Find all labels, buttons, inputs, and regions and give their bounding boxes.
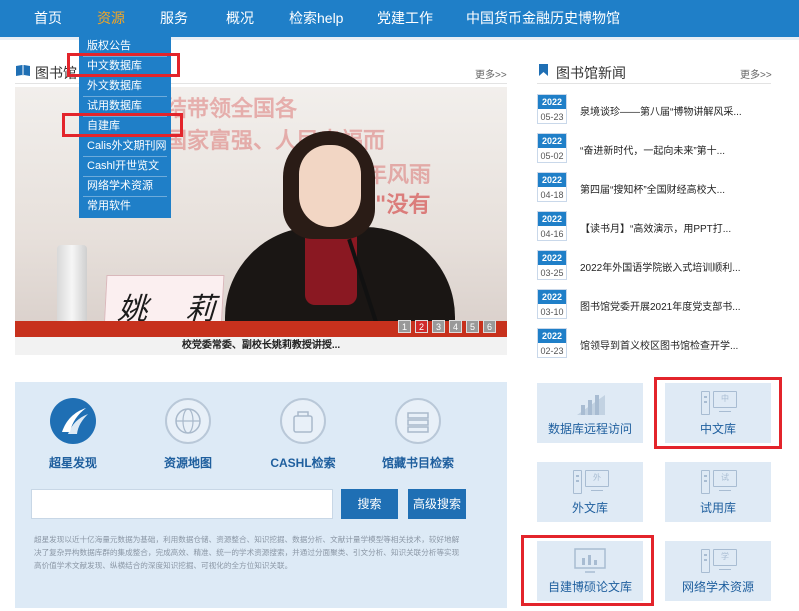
tool-cashl-search[interactable]: CASHL检索 (258, 398, 348, 474)
nav-party-work[interactable]: 党建工作 (377, 0, 433, 37)
slide-backdrop-text: 结带领全国各 (165, 96, 298, 122)
search-description: 超星发现以近十亿海量元数据为基础，利用数据仓储、资源整合、知识挖掘、数据分析、文… (34, 535, 460, 570)
news-item-title[interactable]: “奋进新时代，一起向未来”第十... (580, 142, 725, 157)
news-item-title[interactable]: 2022年外国语学院嵌入式培训顺利... (580, 259, 741, 274)
dropdown-item-chinese-db[interactable]: 中文数据库 (87, 56, 142, 76)
top-nav: 首页 资源 服务 概况 检索help 党建工作 中国货币金融历史博物馆 (0, 0, 799, 37)
slide-backdrop-text: "没有 (375, 192, 431, 218)
nav-search-help[interactable]: 检索help (289, 0, 343, 37)
tile-chinese-db[interactable]: 中 中文库 (665, 383, 771, 443)
tile-web-academic[interactable]: 学 网络学术资源 (665, 541, 771, 601)
news-section-divider (537, 83, 771, 84)
nav-home[interactable]: 首页 (34, 0, 62, 37)
slide-caption-bar: 校党委常委、副校长姚莉教授讲授... (15, 337, 507, 355)
computer-icon: 外 (573, 468, 609, 496)
bag-icon (280, 398, 326, 444)
monitor-chart-icon (574, 548, 606, 573)
books-stack-icon (407, 412, 429, 433)
news-item-title[interactable]: 【读书月】“高效演示，用PPT打... (580, 220, 731, 235)
slide-page-5[interactable]: 5 (466, 320, 479, 333)
tile-trial-db[interactable]: 试 试用库 (665, 462, 771, 522)
dropdown-item-foreign-db[interactable]: 外文数据库 (87, 76, 142, 96)
news-date-badge: 2022 05-02 (537, 133, 567, 163)
tile-foreign-db[interactable]: 外 外文库 (537, 462, 643, 522)
nav-resources[interactable]: 资源 (97, 0, 125, 37)
dropdown-item-cashl[interactable]: Cashl开世览文 (87, 156, 159, 176)
slide-page-3[interactable]: 3 (432, 320, 445, 333)
search-button[interactable]: 搜索 (341, 489, 398, 519)
news-item-title[interactable]: 第四届“搜知杯”全国财经高校大... (580, 181, 725, 196)
news-item-title[interactable]: 泉境谈珍——第八届“博物讲解风采... (580, 103, 742, 118)
dropdown-item-trial-db[interactable]: 试用数据库 (87, 96, 142, 116)
news-date-badge: 2022 04-16 (537, 211, 567, 241)
news-date-badge: 2022 03-25 (537, 250, 567, 280)
tool-chaoxing[interactable]: 超星发现 (28, 398, 118, 474)
slide-page-6[interactable]: 6 (483, 320, 496, 333)
slide-page-4[interactable]: 4 (449, 320, 462, 333)
search-input[interactable] (31, 489, 333, 519)
slide-page-1[interactable]: 1 (398, 320, 411, 333)
tile-thesis-db[interactable]: 自建博硕论文库 (537, 541, 643, 601)
globe-icon (165, 398, 211, 444)
library-more-link[interactable]: 更多>> (475, 66, 507, 81)
news-date-badge: 2022 04-18 (537, 172, 567, 202)
globe-lines-icon (175, 408, 201, 434)
dropdown-item-calis[interactable]: Calis外文期刊网 (87, 136, 166, 156)
computer-icon: 中 (701, 389, 737, 417)
computer-icon: 试 (701, 468, 737, 496)
book-icon (16, 65, 30, 76)
remote-chart-icon (577, 395, 605, 415)
nav-overview[interactable]: 概况 (226, 0, 254, 37)
slide-page-2[interactable]: 2 (415, 320, 428, 333)
dropdown-item-software[interactable]: 常用软件 (87, 196, 131, 216)
news-date-badge: 2022 03-10 (537, 289, 567, 319)
dropdown-item-web-academic[interactable]: 网络学术资源 (87, 176, 153, 196)
bookmark-icon (539, 64, 548, 76)
tile-remote-access[interactable]: 数据库远程访问 (537, 383, 643, 443)
dropdown-item-copyright[interactable]: 版权公告 (87, 36, 131, 56)
news-date-badge: 2022 05-23 (537, 94, 567, 124)
bag-shape-icon (293, 411, 313, 433)
news-item-title[interactable]: 图书馆党委开展2021年度党支部书... (580, 298, 741, 313)
resources-dropdown: 版权公告 中文数据库 外文数据库 试用数据库 自建库 Calis外文期刊网 Ca… (79, 34, 171, 218)
news-section-title: 图书馆新闻 (556, 65, 626, 81)
books-icon (395, 398, 441, 444)
dropdown-item-self-built[interactable]: 自建库 (87, 116, 120, 136)
advanced-search-button[interactable]: 高级搜索 (408, 489, 466, 519)
chaoxing-logo-icon (62, 408, 88, 434)
slide-caption[interactable]: 校党委常委、副校长姚莉教授讲授... (15, 337, 507, 355)
nav-museum[interactable]: 中国货币金融历史博物馆 (466, 0, 620, 37)
news-date-badge: 2022 02-23 (537, 328, 567, 358)
nav-services[interactable]: 服务 (160, 0, 188, 37)
news-more-link[interactable]: 更多>> (740, 66, 772, 81)
news-item-title[interactable]: 馆领导到首义校区图书馆检查开学... (580, 337, 738, 352)
tool-resource-map[interactable]: 资源地图 (143, 398, 233, 474)
slide-person-face (299, 145, 361, 227)
library-section-title: 图书馆 (35, 65, 77, 81)
computer-icon: 学 (701, 547, 737, 575)
tool-catalog-search[interactable]: 馆藏书目检索 (373, 398, 463, 474)
slide-cup (57, 245, 87, 325)
chaoxing-icon (50, 398, 96, 444)
